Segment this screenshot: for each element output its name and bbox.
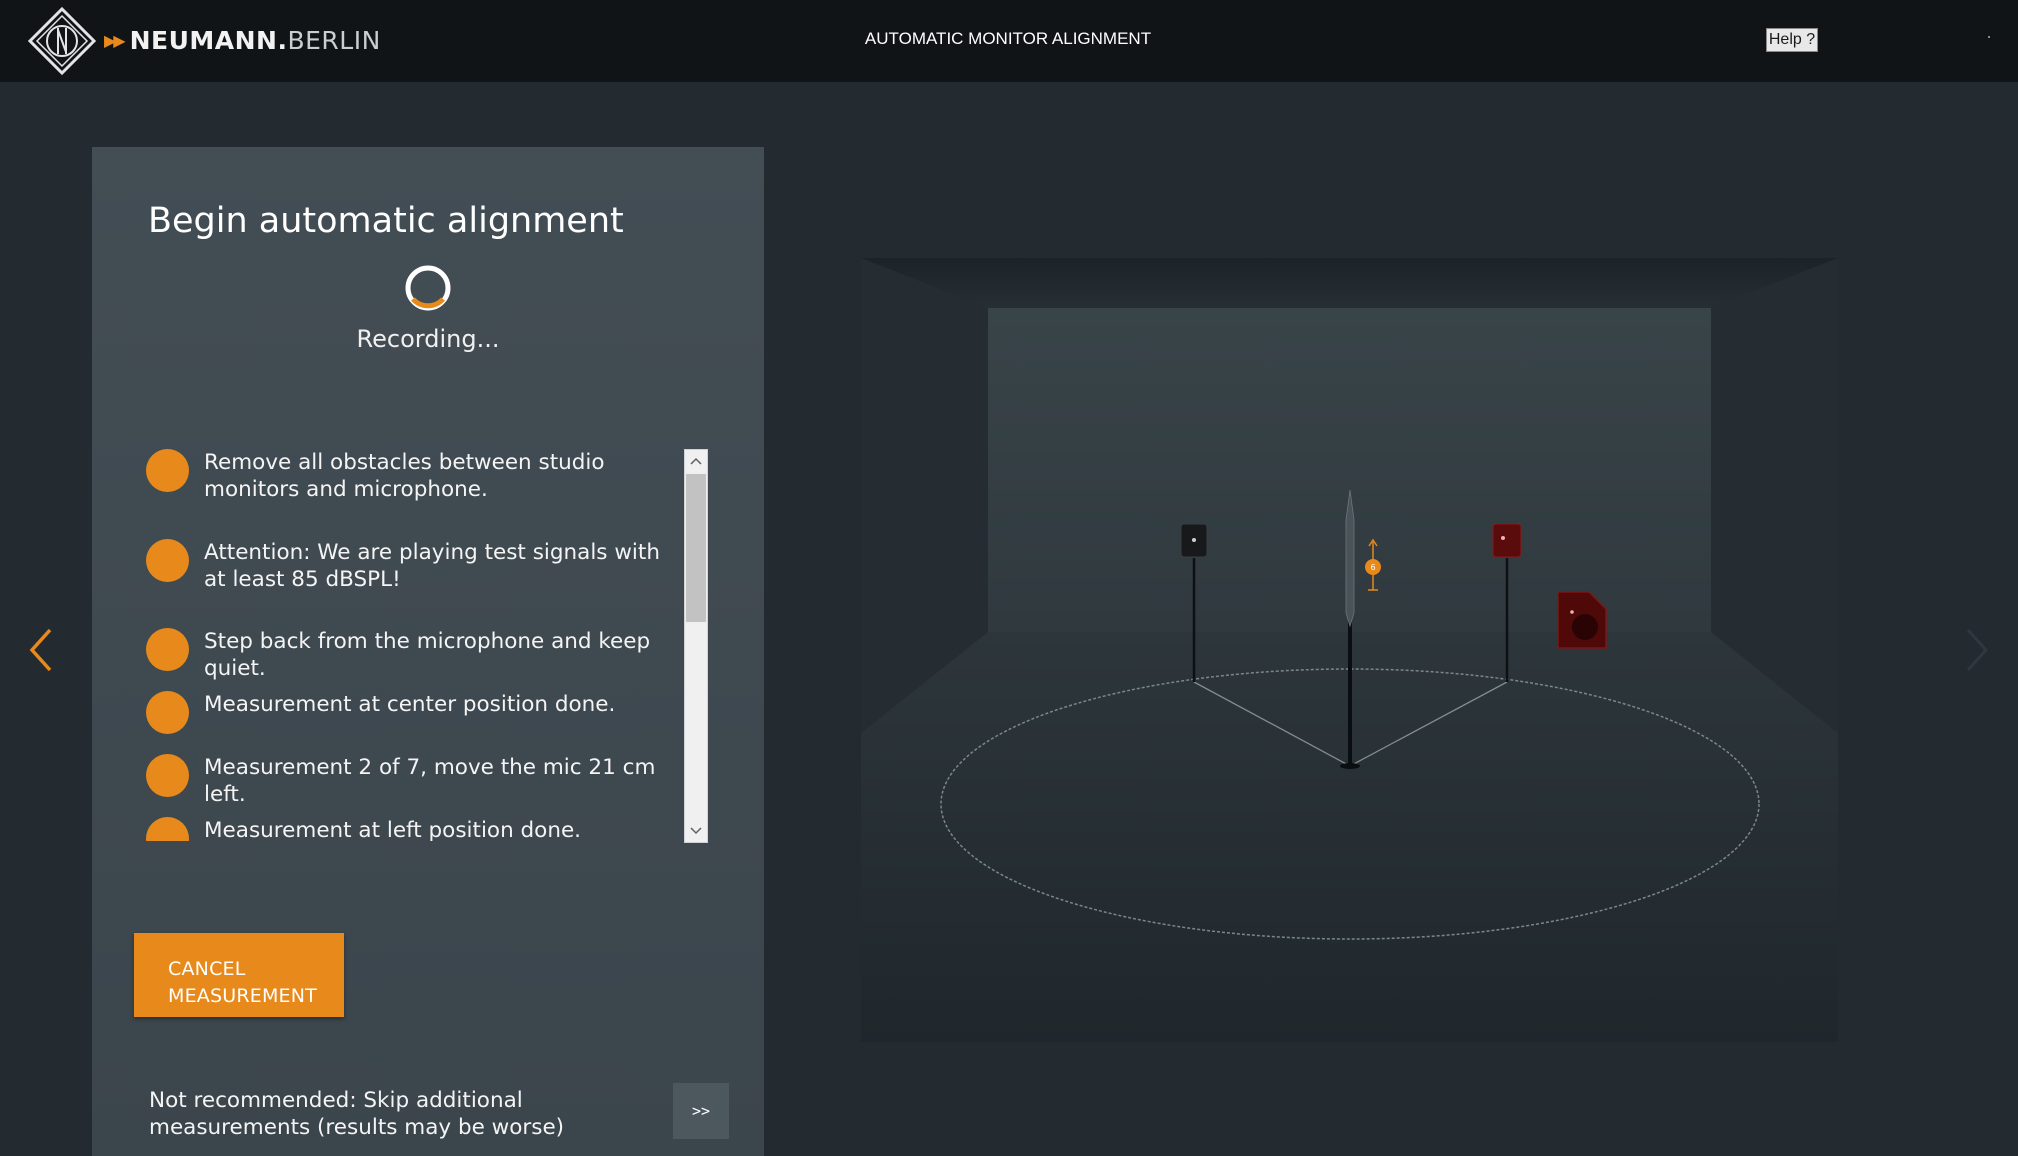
recording-status: Recording... <box>356 325 500 353</box>
status-dot-icon <box>146 817 189 841</box>
chevron-right-icon[interactable] <box>1962 626 1992 674</box>
step-text: Step back from the microphone and keep q… <box>204 629 651 681</box>
mic-marker-label: 6 <box>1370 563 1375 572</box>
list-item: Step back from the microphone and keep q… <box>146 628 686 682</box>
list-item: Remove all obstacles between studio moni… <box>146 449 686 503</box>
step-text: Attention: We are playing test signals w… <box>204 540 660 592</box>
panel-title: Begin automatic alignment <box>148 201 624 241</box>
alignment-panel: Begin automatic alignment Recording... R… <box>92 147 764 1156</box>
cancel-label-line1: CANCEL <box>168 958 246 980</box>
status-dot-icon <box>146 754 189 797</box>
chevron-left-icon[interactable] <box>26 626 56 674</box>
right-speaker-led <box>1501 536 1505 540</box>
subwoofer-led <box>1570 610 1574 614</box>
loading-spinner-icon <box>405 265 451 311</box>
list-item: Measurement 2 of 7, move the mic 21 cm l… <box>146 754 686 808</box>
skip-measurements-text: Not recommended: Skip additional measure… <box>149 1088 565 1140</box>
brand-arrows-icon: ▶▶ <box>104 30 126 50</box>
brand-name: NEUMANN. <box>129 25 288 55</box>
step-text: Measurement at left position done. <box>204 818 582 841</box>
header-dot <box>1988 36 1990 38</box>
list-item: Attention: We are playing test signals w… <box>146 539 686 593</box>
help-button[interactable]: Help ? <box>1766 28 1818 52</box>
subwoofer-driver <box>1572 614 1598 640</box>
step-text: Measurement 2 of 7, move the mic 21 cm l… <box>204 755 656 807</box>
cancel-label-line2: MEASUREMENT <box>168 985 317 1007</box>
scroll-down-button[interactable] <box>685 820 707 842</box>
list-item: Measurement at center position done. <box>146 691 686 734</box>
status-dot-icon <box>146 628 189 671</box>
status-dot-icon <box>146 449 189 492</box>
skip-measurements-button[interactable]: >> <box>673 1083 729 1139</box>
status-dot-icon <box>146 539 189 582</box>
right-speaker <box>1492 523 1522 558</box>
scrollbar-thumb[interactable] <box>686 474 706 622</box>
steps-scrollbar[interactable] <box>684 449 708 843</box>
left-speaker-led <box>1192 538 1196 542</box>
room-ceiling <box>861 258 1838 308</box>
list-item: Measurement at left position done. <box>146 817 686 841</box>
cancel-measurement-button[interactable]: CANCEL MEASUREMENT <box>134 933 344 1017</box>
microphone <box>1345 489 1355 628</box>
brand-wordmark: ▶▶ NEUMANN. BERLIN <box>104 20 381 60</box>
app-title: AUTOMATIC MONITOR ALIGNMENT <box>864 29 1152 48</box>
status-dot-icon <box>146 691 189 734</box>
brand-suffix: BERLIN <box>287 25 381 55</box>
room-visualization: 6 <box>861 258 1838 1042</box>
chevron-down-icon <box>690 827 702 835</box>
chevron-up-icon <box>690 457 702 465</box>
step-text: Remove all obstacles between studio moni… <box>204 450 605 502</box>
scroll-up-button[interactable] <box>685 450 707 472</box>
step-text: Measurement at center position done. <box>204 692 616 717</box>
neumann-logo-icon <box>27 6 97 76</box>
steps-list: Remove all obstacles between studio moni… <box>146 449 686 841</box>
top-bar: ▶▶ NEUMANN. BERLIN AUTOMATIC MONITOR ALI… <box>0 0 2018 82</box>
